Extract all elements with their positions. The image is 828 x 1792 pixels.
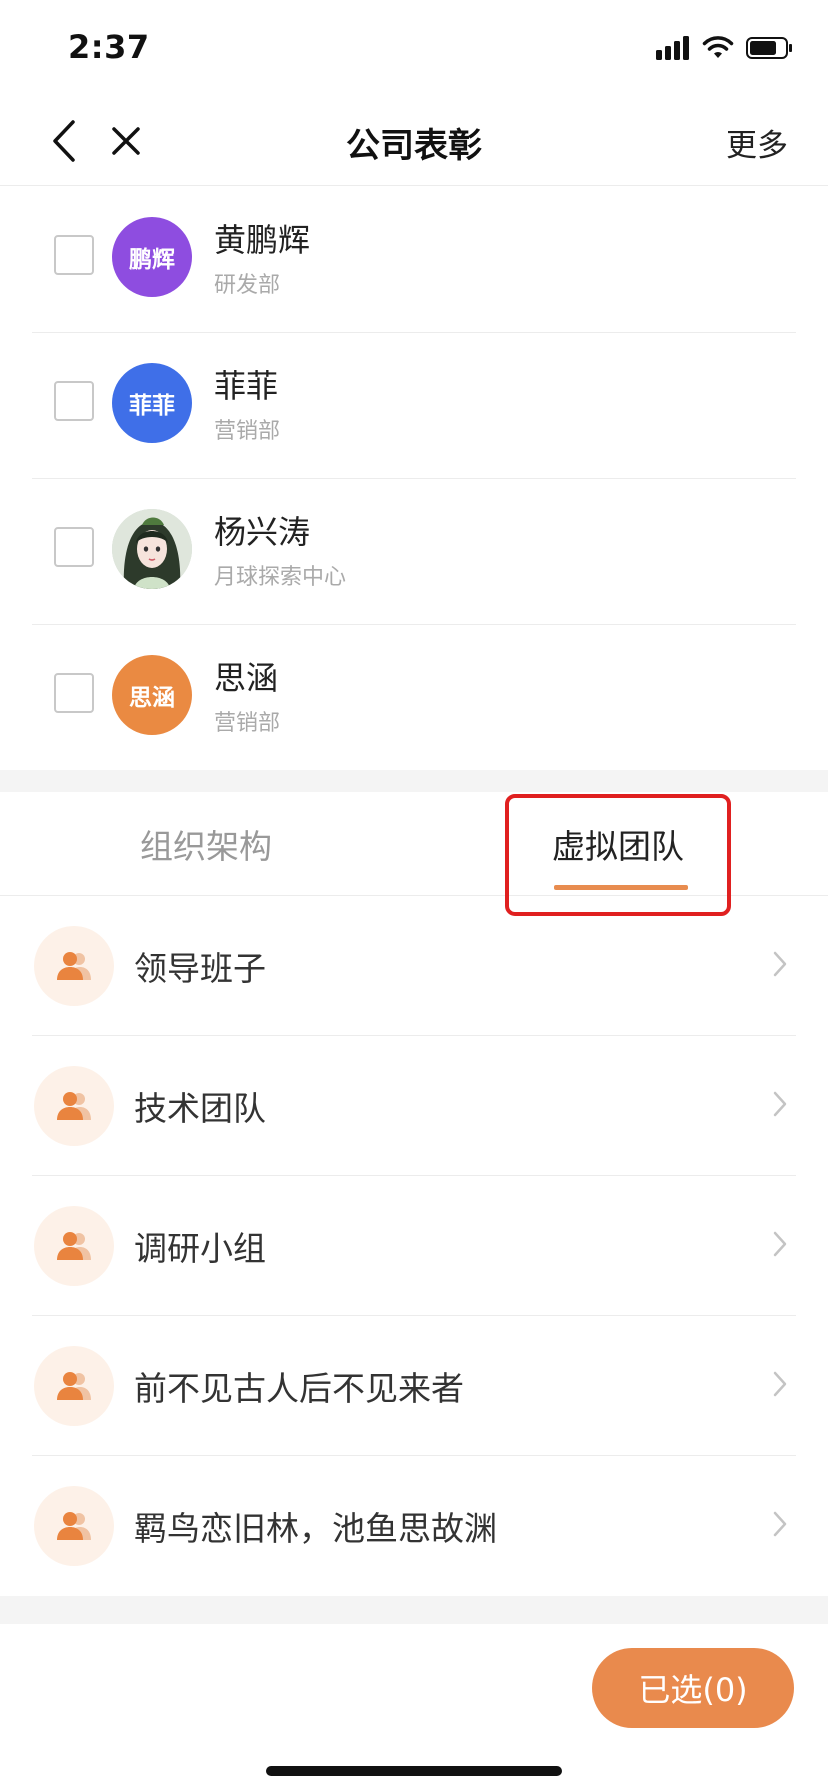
member-checkbox[interactable]	[54, 235, 94, 275]
team-icon-badge	[34, 1486, 114, 1566]
team-name: 技术团队	[134, 1089, 266, 1128]
member-name: 杨兴涛	[214, 513, 311, 551]
avatar: 菲菲	[112, 363, 192, 443]
team-icon-badge	[34, 1066, 114, 1146]
group-icon	[57, 952, 91, 980]
chevron-right-icon	[773, 1371, 787, 1397]
group-icon	[57, 1372, 91, 1400]
tab-organization[interactable]: 组织架构	[140, 820, 272, 868]
status-bar: 2:37	[0, 0, 828, 96]
member-row[interactable]: 菲菲 菲菲 营销部	[32, 333, 796, 479]
member-department: 营销部	[214, 419, 281, 444]
portrait-illustration-icon	[112, 509, 192, 589]
team-row[interactable]: 前不见古人后不见来者	[32, 1316, 796, 1456]
member-list: 鹏辉 黄鹏辉 研发部 菲菲 菲菲 营销部 杨兴涛 月球探索中心 思涵 思涵 营销…	[0, 187, 828, 771]
active-tab-indicator	[554, 885, 688, 890]
nav-bar: 公司表彰 更多	[0, 96, 828, 186]
avatar: 思涵	[112, 655, 192, 735]
chevron-right-icon	[773, 1091, 787, 1117]
chevron-right-icon	[773, 1231, 787, 1257]
member-row[interactable]: 杨兴涛 月球探索中心	[32, 479, 796, 625]
team-row[interactable]: 调研小组	[32, 1176, 796, 1316]
team-row[interactable]: 技术团队	[32, 1036, 796, 1176]
team-name: 领导班子	[134, 949, 266, 988]
battery-icon	[746, 37, 792, 59]
avatar-text: 思涵	[129, 685, 175, 711]
chevron-right-icon	[773, 1511, 787, 1537]
more-button[interactable]: 更多	[726, 120, 788, 165]
group-icon	[57, 1232, 91, 1260]
team-icon-badge	[34, 926, 114, 1006]
avatar: 鹏辉	[112, 217, 192, 297]
group-icon	[57, 1512, 91, 1540]
section-divider	[0, 770, 828, 792]
selected-count-button[interactable]: 已选(0)	[592, 1648, 794, 1728]
team-list: 领导班子 技术团队 调研小组 前不见古人后不见来者 羁鸟恋旧林，池鱼思故渊	[0, 896, 828, 1596]
wifi-icon	[702, 36, 734, 58]
member-row[interactable]: 思涵 思涵 营销部	[32, 625, 796, 771]
page-title: 公司表彰	[346, 126, 482, 166]
member-checkbox[interactable]	[54, 527, 94, 567]
chevron-right-icon	[773, 951, 787, 977]
member-name: 黄鹏辉	[214, 221, 311, 259]
avatar-text: 鹏辉	[129, 247, 175, 273]
team-icon-badge	[34, 1346, 114, 1426]
member-row[interactable]: 鹏辉 黄鹏辉 研发部	[32, 187, 796, 333]
signal-icon	[656, 36, 689, 60]
home-indicator[interactable]	[266, 1766, 562, 1776]
tab-bar: 组织架构 虚拟团队	[0, 792, 828, 896]
member-department: 营销部	[214, 711, 281, 736]
tab-virtual-team[interactable]: 虚拟团队	[552, 820, 684, 868]
status-icons	[656, 36, 794, 60]
team-name: 前不见古人后不见来者	[134, 1369, 464, 1408]
team-row[interactable]: 羁鸟恋旧林，池鱼思故渊	[32, 1456, 796, 1596]
member-department: 研发部	[214, 273, 281, 298]
avatar-photo	[112, 509, 192, 589]
team-name: 调研小组	[134, 1229, 266, 1268]
member-name: 菲菲	[214, 367, 279, 405]
team-name: 羁鸟恋旧林，池鱼思故渊	[134, 1509, 497, 1548]
bottom-bar: 已选(0)	[0, 1624, 828, 1792]
member-checkbox[interactable]	[54, 381, 94, 421]
member-checkbox[interactable]	[54, 673, 94, 713]
status-time: 2:37	[68, 28, 150, 66]
team-row[interactable]: 领导班子	[32, 896, 796, 1036]
team-icon-badge	[34, 1206, 114, 1286]
avatar-text: 菲菲	[129, 393, 175, 419]
member-department: 月球探索中心	[214, 565, 347, 590]
section-divider	[0, 1596, 828, 1624]
group-icon	[57, 1092, 91, 1120]
member-name: 思涵	[214, 659, 279, 697]
